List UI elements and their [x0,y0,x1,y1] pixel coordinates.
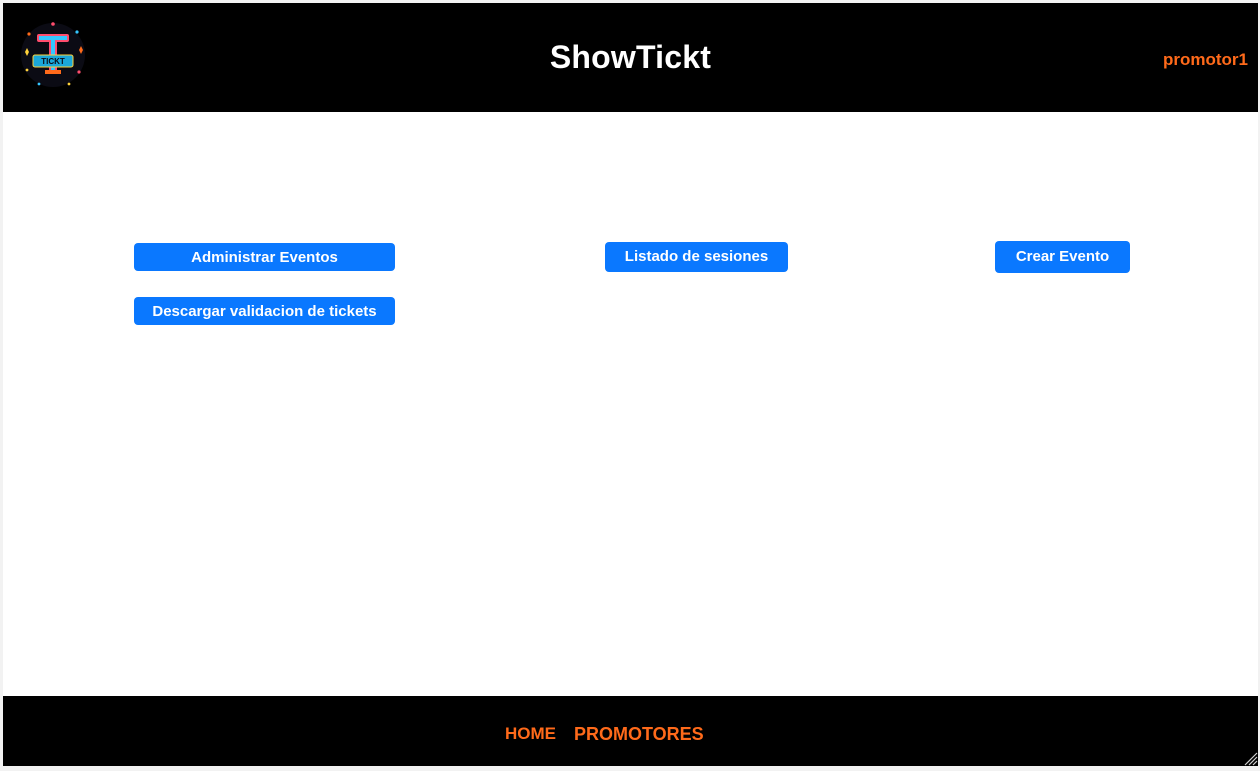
create-event-button[interactable]: Crear Evento [995,241,1130,273]
footer-home-link[interactable]: HOME [505,724,556,744]
download-ticket-validation-button[interactable]: Descargar validacion de tickets [134,297,395,325]
user-menu[interactable]: promotor1 [1163,50,1248,70]
footer-promoters-link[interactable]: PROMOTORES [574,724,704,745]
page: TICKT ShowTickt promotor1 Administrar Ev… [3,3,1258,766]
resize-handle-icon[interactable] [1244,752,1258,766]
footer: HOME PROMOTORES [3,696,1258,766]
header: TICKT ShowTickt promotor1 [3,3,1258,112]
session-list-button[interactable]: Listado de sesiones [605,242,788,272]
site-title: ShowTickt [549,39,712,75]
manage-events-button[interactable]: Administrar Eventos [134,243,395,271]
